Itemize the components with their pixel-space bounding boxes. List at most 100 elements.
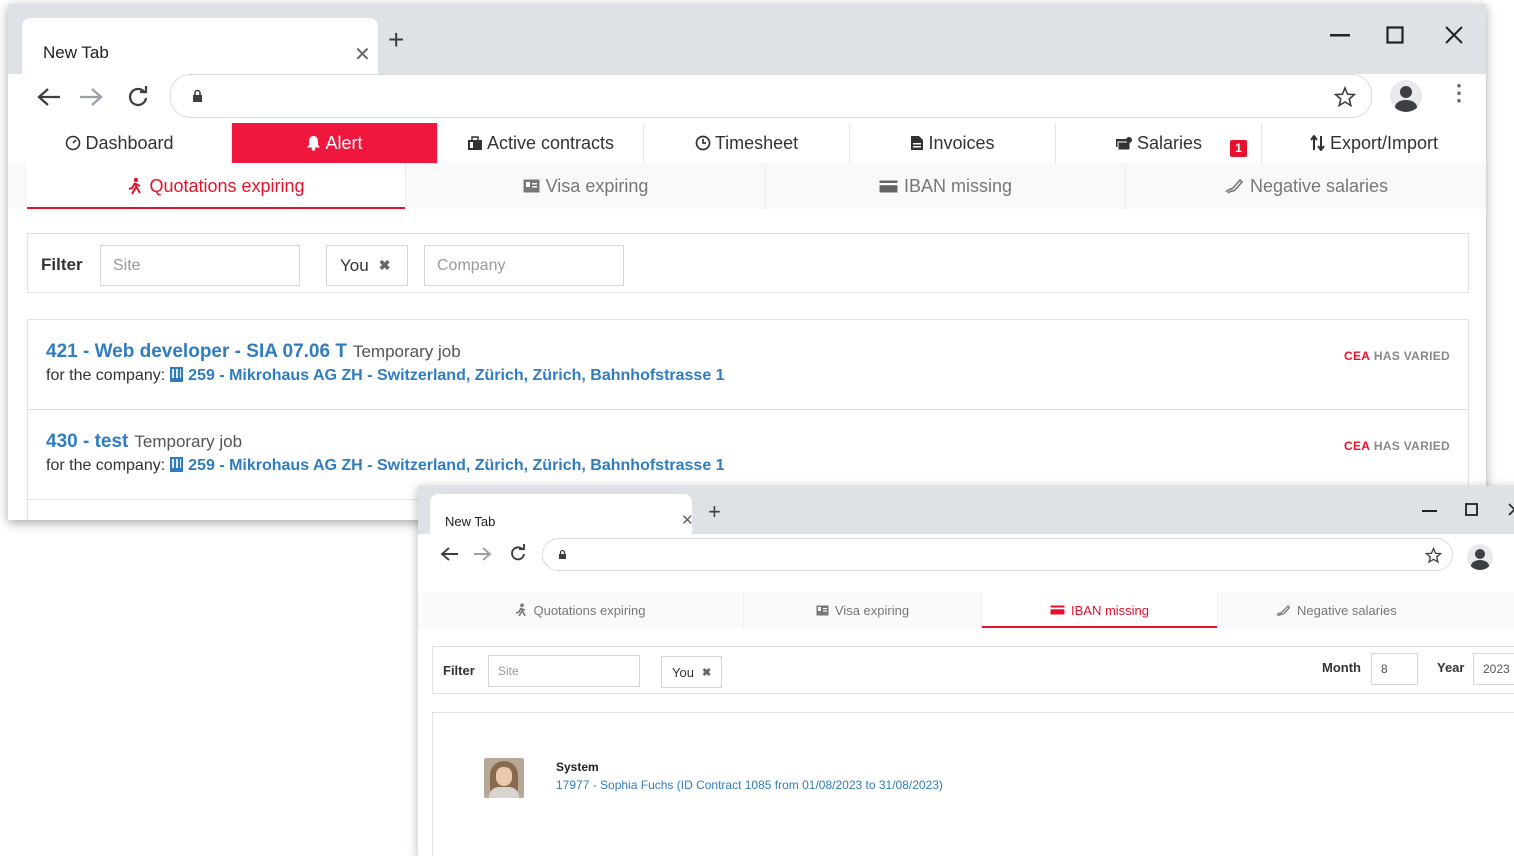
company-line: for the company: 259 - Mikrohaus AG ZH - … [46,367,725,385]
year-input[interactable] [1474,654,1514,684]
nav-active-contracts[interactable]: Active contracts [438,123,644,163]
tab-close-icon[interactable]: ✕ [681,511,694,529]
profile-avatar-icon[interactable] [1390,80,1422,112]
filter-label: Filter [41,255,83,274]
alert-title: 430 - test Temporary job [46,431,242,453]
subtab-label: Quotations expiring [533,602,646,618]
site-field[interactable] [488,655,640,687]
alert-title: 421 - Web developer - SIA 07.06 T Tempora… [46,341,461,363]
subtab-label: Visa expiring [545,175,649,196]
filter-label: Filter [443,663,475,678]
person-walking-icon [129,177,142,195]
subtab-iban-missing[interactable]: IBAN missing [766,163,1126,209]
tab-close-icon[interactable]: ✕ [354,42,371,67]
status-code: CEA [1343,439,1371,453]
year-label: Year [1437,660,1465,675]
month-label: Month [1322,660,1361,675]
employee-photo [484,758,524,798]
credit-card-icon [1050,605,1065,615]
job-link[interactable]: 430 - test [46,431,128,452]
company-link[interactable]: 259 - Mikrohaus AG ZH - Switzerland, Zür… [188,367,724,384]
forward-icon[interactable] [472,545,492,563]
minimize-icon[interactable] [1422,510,1437,513]
back-icon[interactable] [440,545,460,563]
signature-icon [1276,604,1291,617]
url-input[interactable] [211,86,1311,104]
browser-tab[interactable]: New Tab ✕ [22,18,378,74]
contract-link[interactable]: 17977 - Sophia Fuchs (ID Contract 1085 f… [556,778,943,792]
month-field[interactable] [1371,653,1418,685]
nav-salaries[interactable]: Salaries 1 [1056,123,1262,163]
main-navigation: Dashboard Alert Active contracts Timeshe… [8,123,1486,163]
menu-kebab-icon[interactable]: ⋮ [1448,80,1470,106]
forward-icon[interactable] [78,86,104,108]
address-bar[interactable] [542,538,1453,571]
browser-window-secondary: New Tab ✕ + Quotations expiring Visa exp… [418,486,1514,856]
minimize-icon[interactable] [1330,34,1350,38]
status-text: HAS VARIED [1373,349,1450,363]
subtab-visa-expiring[interactable]: Visa expiring [744,592,982,628]
iban-missing-entry: System 17977 - Sophia Fuchs (ID Contract… [432,712,1514,856]
job-link[interactable]: 421 - Web developer - SIA 07.06 T [46,341,347,362]
maximize-icon[interactable] [1386,26,1404,44]
nav-invoices[interactable]: Invoices [850,123,1056,163]
lock-icon [193,89,202,102]
bookmark-star-icon[interactable] [1334,86,1356,108]
list-item: 421 - Web developer - SIA 07.06 T Tempora… [28,320,1468,410]
tab-title: New Tab [445,514,496,529]
subtab-negative-salaries[interactable]: Negative salaries [1218,592,1514,628]
url-input[interactable] [573,548,1393,563]
nav-export-import[interactable]: Export/Import [1262,123,1486,163]
clock-icon [695,135,711,151]
chip-remove-icon[interactable]: ✖ [379,257,391,274]
nav-dashboard[interactable]: Dashboard [8,123,232,163]
lock-icon [559,549,566,559]
alert-subtabs: Quotations expiring Visa expiring IBAN m… [8,163,1486,209]
company-field[interactable] [424,245,624,286]
subtab-label: IBAN missing [903,175,1013,196]
new-tab-button[interactable]: + [388,24,404,56]
site-input[interactable] [101,246,299,285]
month-input[interactable] [1372,654,1417,684]
subtab-label: Negative salaries [1249,175,1389,196]
reload-icon[interactable] [509,544,527,562]
nav-label: Dashboard [85,132,174,153]
back-icon[interactable] [36,86,62,108]
subtab-quotations-expiring[interactable]: Quotations expiring [27,163,406,209]
close-window-icon[interactable] [1508,503,1514,516]
id-card-icon [816,605,829,615]
close-window-icon[interactable] [1445,26,1463,44]
job-type: Temporary job [352,342,461,361]
company-link[interactable]: 259 - Mikrohaus AG ZH - Switzerland, Zür… [188,457,724,474]
nav-timesheet[interactable]: Timesheet [644,123,850,163]
credit-card-icon [879,180,898,192]
subtab-negative-salaries[interactable]: Negative salaries [1126,163,1486,209]
id-card-icon [523,179,540,193]
site-field[interactable] [100,245,300,286]
subtab-quotations-expiring[interactable]: Quotations expiring [418,592,744,628]
signature-icon [1225,178,1244,194]
bookmark-star-icon[interactable] [1425,547,1442,564]
nav-label: Salaries [1136,132,1203,153]
user-filter-chip[interactable]: You ✖ [661,656,722,688]
maximize-icon[interactable] [1465,503,1478,516]
subtab-label: IBAN missing [1070,602,1150,618]
subtab-visa-expiring[interactable]: Visa expiring [406,163,766,209]
subtab-label: Quotations expiring [149,175,305,196]
profile-avatar-icon[interactable] [1467,544,1493,570]
filter-bar: Filter You ✖ Month Year [432,646,1514,694]
person-walking-icon [516,603,527,617]
chip-remove-icon[interactable]: ✖ [702,666,711,679]
browser-tab[interactable]: New Tab ✕ [430,494,694,534]
reload-icon[interactable] [126,85,150,109]
subtab-iban-missing[interactable]: IBAN missing [982,592,1218,628]
year-field[interactable] [1473,653,1514,685]
nav-alert[interactable]: Alert [232,123,438,163]
address-bar[interactable] [170,74,1372,118]
dashboard-icon [66,135,81,151]
user-filter-chip[interactable]: You ✖ [326,245,408,286]
site-input[interactable] [489,656,639,686]
company-input[interactable] [425,246,623,285]
job-type: Temporary job [134,432,243,451]
new-tab-button[interactable]: + [708,499,721,525]
